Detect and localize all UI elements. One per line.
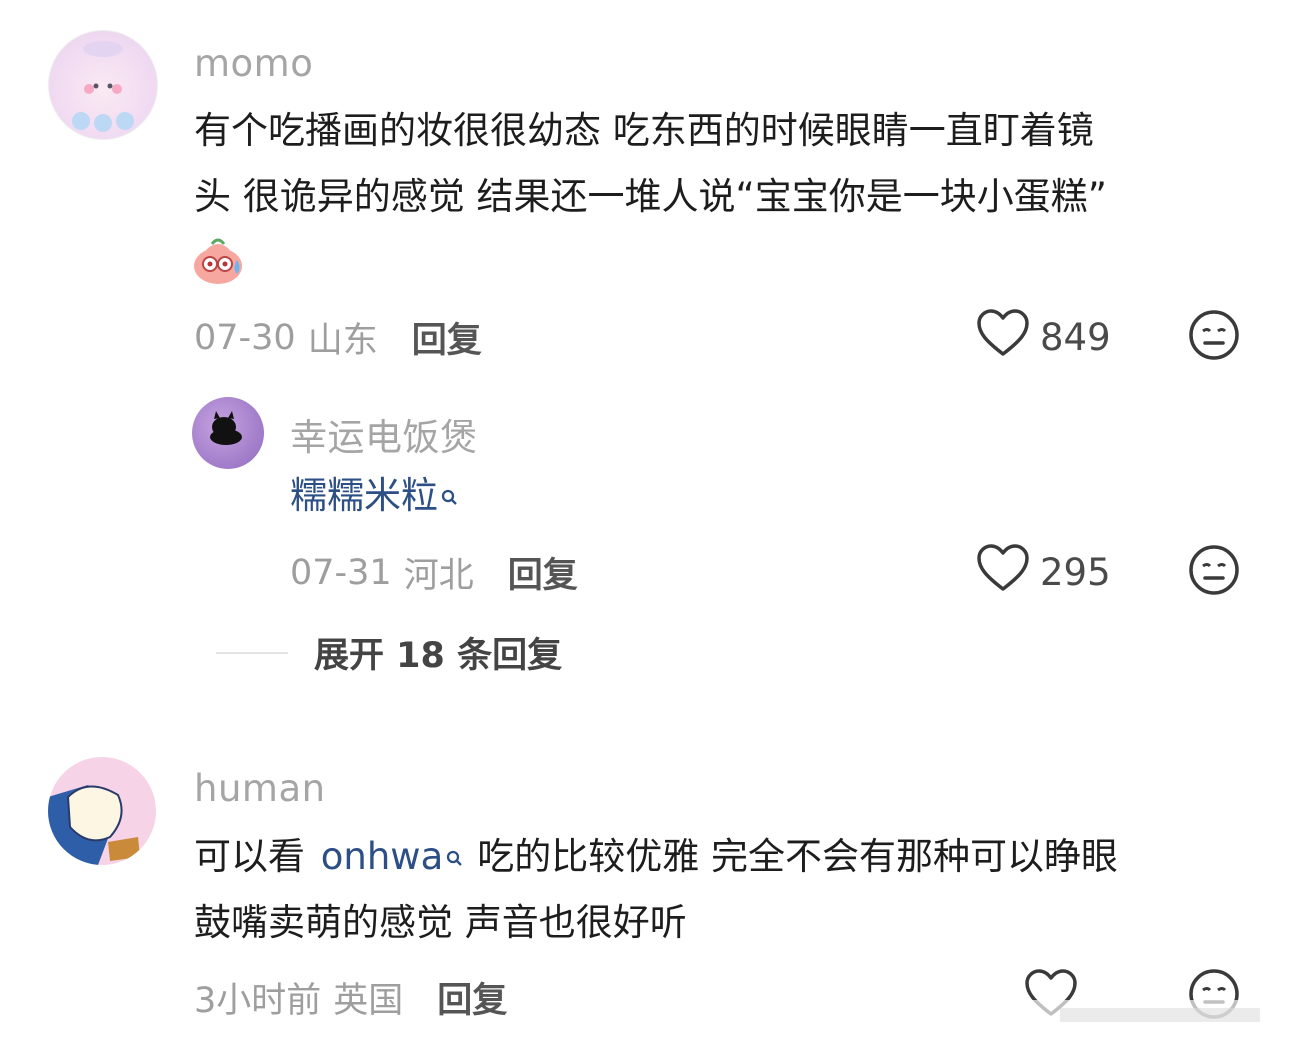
comment-date: 07-30 [194, 317, 296, 358]
comment-location: 英国 [333, 981, 404, 1021]
heart-outline-icon [976, 543, 1040, 602]
comment-meta: 07-30 山东 回复 [194, 312, 482, 363]
divider-line [216, 651, 288, 654]
comment-username[interactable]: human [194, 767, 326, 810]
comment-username[interactable]: momo [194, 42, 313, 85]
search-icon[interactable] [440, 463, 458, 529]
watermark-overlay [1020, 996, 1290, 1036]
reply-username[interactable]: 幸运电饭煲 [290, 407, 478, 461]
comment-text: 有个吃播画的妆很很幼态 吃东西的时候眼睛一直盯着镜 头 很诡异的感觉 结果还一堆… [194, 98, 1254, 230]
comment-text: 可以看 onhwa 吃的比较优雅 完全不会有那种可以睁眼 鼓嘴卖萌的感觉 声音也… [194, 824, 1254, 956]
comment-text-line: 可以看 onhwa 吃的比较优雅 完全不会有那种可以睁眼 [194, 824, 1254, 890]
reply-button[interactable]: 回复 [437, 972, 507, 1023]
comment-date: 3小时前 [194, 981, 322, 1021]
like-button[interactable]: 849 [976, 308, 1111, 367]
mention-link[interactable]: onhwa [321, 835, 443, 878]
comment-location: 山东 [307, 321, 378, 361]
avatar[interactable] [48, 30, 158, 140]
comment-text-prefix: 可以看 [194, 835, 305, 878]
neutral-face-icon[interactable] [1188, 544, 1240, 600]
avatar[interactable] [192, 397, 264, 469]
reply-date: 07-31 [290, 552, 392, 593]
mention-link[interactable]: 糯糯米粒 [290, 474, 438, 517]
comment-text-line: 头 很诡异的感觉 结果还一堆人说“宝宝你是一块小蛋糕” [194, 175, 1107, 218]
like-button[interactable]: 295 [976, 543, 1111, 602]
reply-button[interactable]: 回复 [412, 312, 482, 363]
reply-text: 糯糯米粒 [290, 463, 458, 529]
reply-location: 河北 [403, 556, 474, 596]
heart-outline-icon [976, 308, 1040, 367]
comment-text-line: 鼓嘴卖萌的感觉 声音也很好听 [194, 901, 687, 944]
comment-text-line: 有个吃播画的妆很很幼态 吃东西的时候眼睛一直盯着镜 [194, 109, 1094, 152]
comment-text-suffix: 吃的比较优雅 完全不会有那种可以睁眼 [477, 835, 1119, 878]
reply-meta: 07-31 河北 回复 [290, 547, 578, 598]
sweat-face-emoji [192, 234, 244, 286]
like-count: 849 [1040, 316, 1111, 359]
reply-button[interactable]: 回复 [508, 547, 578, 598]
comment-meta: 3小时前 英国 回复 [194, 972, 507, 1023]
expand-replies-label: 展开 18 条回复 [314, 636, 563, 676]
expand-replies-button[interactable]: 展开 18 条回复 [216, 627, 562, 678]
avatar[interactable] [48, 757, 156, 865]
search-icon[interactable] [445, 824, 463, 890]
neutral-face-icon[interactable] [1188, 309, 1240, 365]
like-count: 295 [1040, 551, 1111, 594]
